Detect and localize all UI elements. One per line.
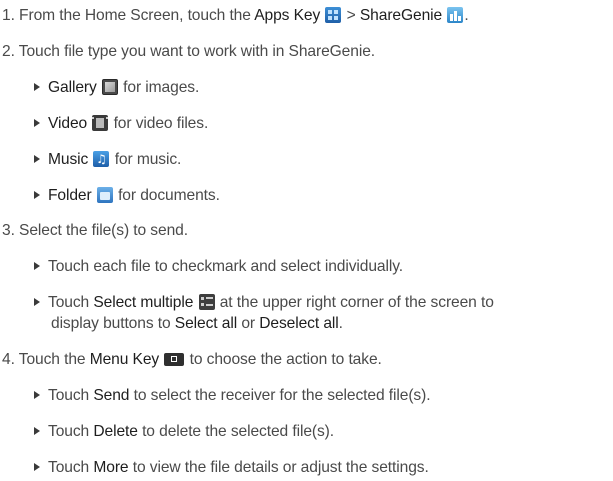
bullet-icon	[34, 391, 40, 399]
more-desc: to view the file details or adjust the s…	[132, 459, 429, 476]
apps-key-icon	[325, 7, 342, 23]
delete-label: Delete	[93, 423, 138, 440]
bullet-icon	[34, 119, 40, 127]
list-item-select-multiple-continued: display buttons to Select all or Deselec…	[51, 313, 343, 335]
video-desc: for video files.	[113, 115, 209, 132]
list-item-delete: Touch Delete to delete the selected file…	[34, 421, 334, 443]
music-label: Music	[48, 151, 89, 168]
bullet-icon	[34, 262, 40, 270]
page: { "step1": { "num": "1.", "a": "From the…	[0, 0, 613, 481]
step-4-desc: to choose the action to take.	[189, 351, 382, 368]
step-number: 1.	[2, 7, 15, 24]
touch-text: Touch	[48, 423, 90, 440]
apps-key-label: Apps Key	[254, 7, 321, 24]
sharegenie-label: ShareGenie	[359, 7, 443, 24]
bullet-icon	[34, 155, 40, 163]
touch-text: Touch	[48, 294, 90, 311]
delete-desc: to delete the selected file(s).	[142, 423, 335, 440]
music-icon: ♫	[93, 151, 110, 167]
step-4: 4. Touch the Menu Key to choose the acti…	[2, 349, 382, 371]
sharegenie-icon	[447, 7, 464, 23]
folder-desc: for documents.	[118, 187, 220, 204]
step-4-text: 4. Touch the	[2, 351, 86, 368]
gallery-icon	[101, 79, 118, 95]
list-item-select-individually: Touch each file to checkmark and select …	[34, 256, 403, 278]
folder-icon	[96, 187, 113, 203]
select-multiple-label: Select multiple	[93, 294, 194, 311]
select-multiple-desc: at the upper right corner of the screen …	[219, 294, 494, 311]
folder-label: Folder	[48, 187, 92, 204]
list-item-gallery: Gallery for images.	[34, 77, 199, 99]
gallery-label: Gallery	[48, 79, 97, 96]
bullet-icon	[34, 463, 40, 471]
bullet-icon	[34, 191, 40, 199]
more-label: More	[93, 459, 129, 476]
step-1-text: From the Home Screen, touch the	[19, 7, 251, 24]
list-item-select-multiple: Touch Select multiple at the upper right…	[34, 292, 494, 314]
menu-key-icon	[164, 353, 185, 366]
separator: >	[346, 7, 356, 24]
send-label: Send	[93, 387, 130, 404]
display-buttons-text: display buttons to	[51, 315, 171, 332]
gallery-desc: for images.	[123, 79, 200, 96]
touch-text: Touch	[48, 387, 90, 404]
list-item-music: Music ♫ for music.	[34, 149, 181, 171]
step-1: 1. From the Home Screen, touch the Apps …	[2, 5, 469, 27]
or-text: or	[241, 315, 255, 332]
bullet-icon	[34, 298, 40, 306]
send-desc: to select the receiver for the selected …	[133, 387, 431, 404]
touch-text: Touch	[48, 459, 90, 476]
select-all-label: Select all	[174, 315, 238, 332]
deselect-all-label: Deselect all	[259, 315, 339, 332]
select-individually-text: Touch each file to checkmark and select …	[48, 258, 403, 275]
list-item-more: Touch More to view the file details or a…	[34, 457, 429, 479]
video-label: Video	[48, 115, 88, 132]
bullet-icon	[34, 83, 40, 91]
step-3: 3. Select the file(s) to send.	[2, 222, 188, 239]
list-item-video: Video for video files.	[34, 113, 208, 135]
list-item-folder: Folder for documents.	[34, 185, 220, 207]
select-multiple-icon	[198, 294, 215, 310]
period: .	[464, 7, 469, 24]
menu-key-label: Menu Key	[89, 351, 160, 368]
step-2: 2. Touch file type you want to work with…	[2, 43, 375, 60]
bullet-icon	[34, 427, 40, 435]
video-icon	[92, 115, 109, 131]
music-desc: for music.	[114, 151, 182, 168]
list-item-send: Touch Send to select the receiver for th…	[34, 385, 431, 407]
period: .	[338, 315, 343, 332]
